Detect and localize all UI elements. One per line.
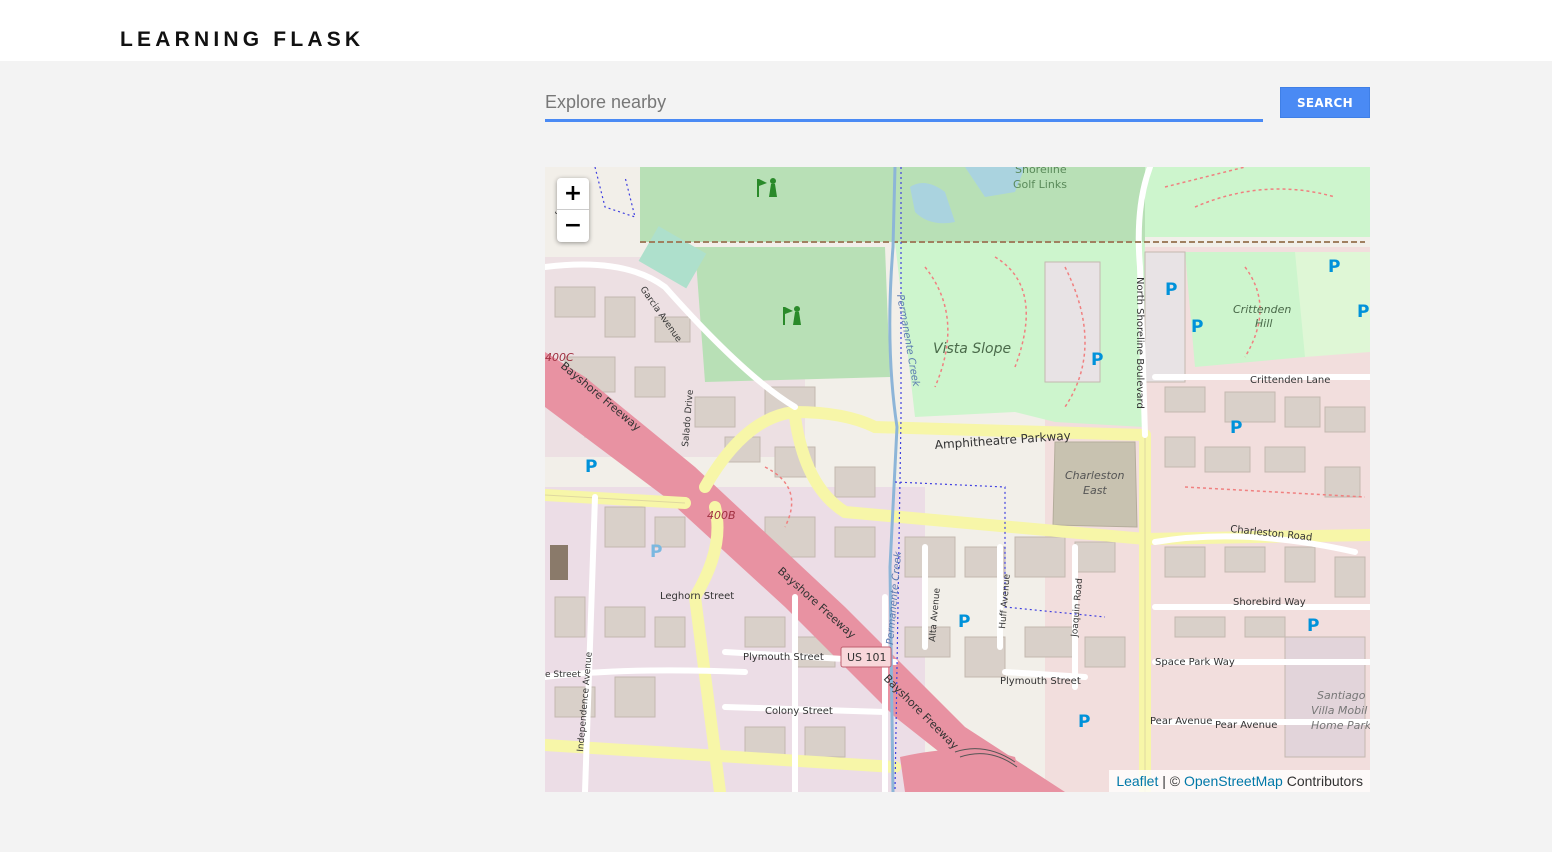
parking-icon: P xyxy=(585,457,597,477)
label-santiago-3: Home Park xyxy=(1311,719,1370,732)
label-pear-avenue-1: Pear Avenue xyxy=(1150,716,1212,727)
parking-icon: P xyxy=(1307,616,1319,636)
label-street-fragment: e Street xyxy=(545,670,581,680)
label-leghorn-street: Leghorn Street xyxy=(660,591,734,602)
label-charleston-east-1: Charleston xyxy=(1065,469,1125,482)
zoom-in-button[interactable]: + xyxy=(557,178,589,210)
label-crittenden-2: Hill xyxy=(1255,317,1272,330)
label-north-shoreline-blvd: North Shoreline Boulevard xyxy=(1134,277,1145,409)
label-pear-avenue-2: Pear Avenue xyxy=(1215,720,1277,731)
label-exit-400c: 400C xyxy=(545,351,574,364)
label-shoreline-2: Golf Links xyxy=(1013,178,1067,191)
parking-icon: P xyxy=(958,612,970,632)
leaflet-link[interactable]: Leaflet xyxy=(1116,773,1158,789)
top-navbar: LEARNING FLASK xyxy=(0,0,1552,61)
parking-icon: P xyxy=(1191,317,1203,337)
label-us101: US 101 xyxy=(847,651,887,664)
map-attribution: Leaflet | © OpenStreetMap Contributors xyxy=(1109,770,1370,792)
map-container[interactable]: Shoreline Golf Links Vista Slope Critten… xyxy=(545,167,1370,792)
label-vista-slope: Vista Slope xyxy=(933,341,1011,357)
map-tiles[interactable]: Shoreline Golf Links Vista Slope Critten… xyxy=(545,167,1370,792)
zoom-out-button[interactable]: − xyxy=(557,210,589,242)
parking-icon: P xyxy=(1165,280,1177,300)
label-santiago-1: Santiago xyxy=(1317,689,1366,702)
label-crittenden-1: Crittenden xyxy=(1233,303,1291,316)
brand-title[interactable]: LEARNING FLASK xyxy=(120,28,364,52)
label-exit-400b: 400B xyxy=(707,509,736,522)
attribution-separator: | © xyxy=(1158,773,1184,789)
parking-icon: P xyxy=(1328,257,1340,277)
label-shoreline-1: Shoreline xyxy=(1015,167,1067,176)
label-shorebird-way: Shorebird Way xyxy=(1233,597,1306,608)
label-charleston-east-2: East xyxy=(1083,484,1107,497)
openstreetmap-link[interactable]: OpenStreetMap xyxy=(1184,773,1283,789)
label-crittenden-lane: Crittenden Lane xyxy=(1250,375,1330,386)
parking-icon: P xyxy=(650,542,662,562)
zoom-control: + − xyxy=(557,178,589,242)
parking-icon: P xyxy=(1357,302,1369,322)
search-button[interactable]: SEARCH xyxy=(1280,87,1370,118)
parking-icon: P xyxy=(1230,418,1242,438)
label-santiago-2: Villa Mobil xyxy=(1311,704,1367,717)
label-colony-street: Colony Street xyxy=(765,706,833,717)
attribution-suffix: Contributors xyxy=(1282,773,1363,789)
parking-icon: P xyxy=(1078,712,1090,732)
search-input[interactable] xyxy=(545,86,1263,122)
parking-icon: P xyxy=(1091,350,1103,370)
label-plymouth-street-1: Plymouth Street xyxy=(743,652,824,663)
label-plymouth-street-2: Plymouth Street xyxy=(1000,676,1081,687)
label-space-park-way: Space Park Way xyxy=(1155,657,1235,668)
